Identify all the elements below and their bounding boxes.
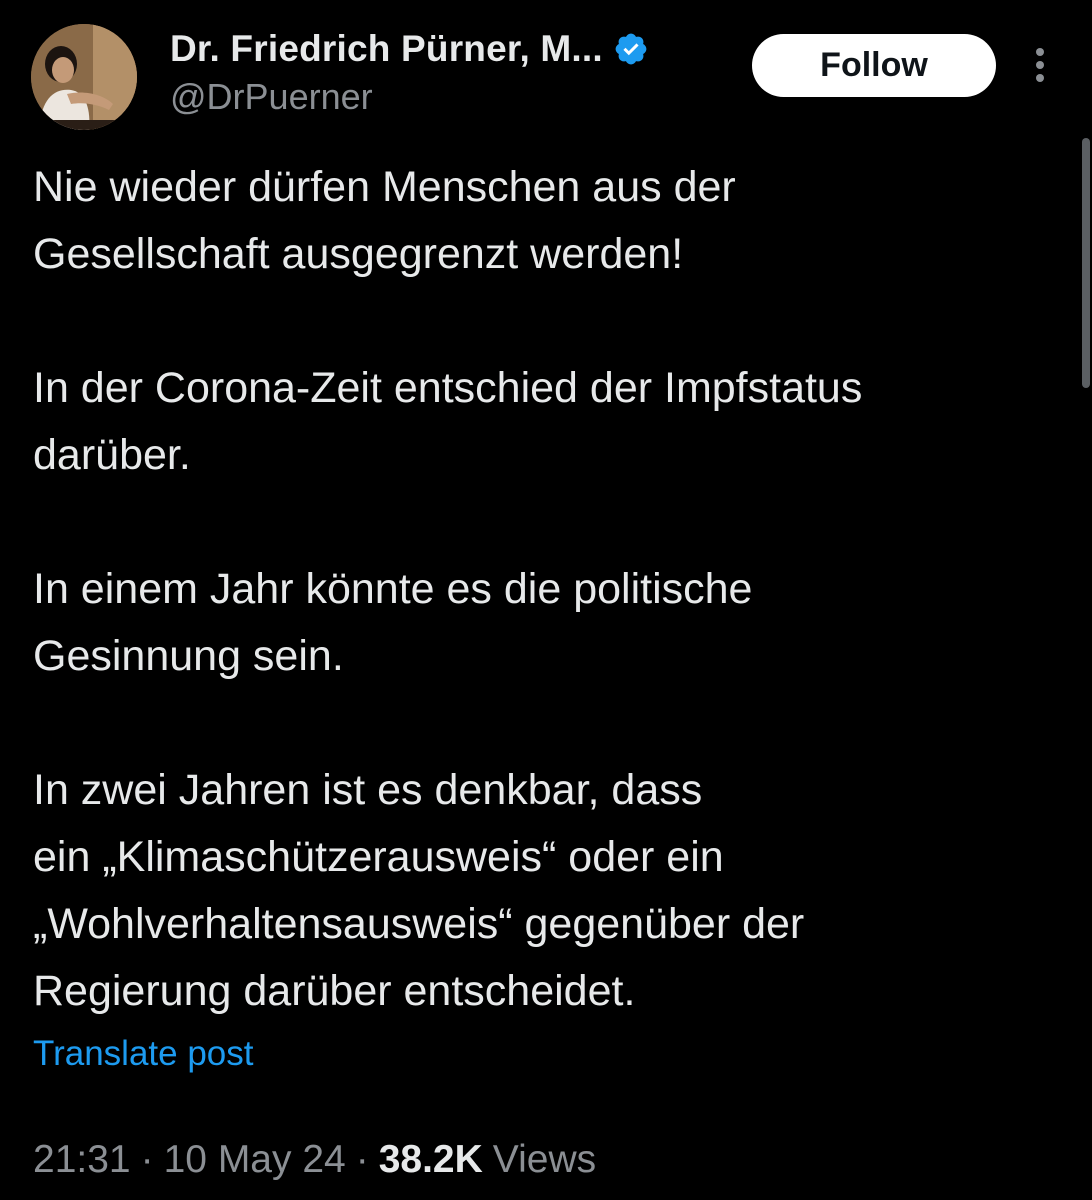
post-time[interactable]: 21:31 xyxy=(33,1138,131,1182)
avatar[interactable] xyxy=(31,24,137,130)
post-text: Nie wieder dürfen Menschen aus der Gesel… xyxy=(33,154,1073,1025)
views-count[interactable]: 38.2K xyxy=(379,1138,483,1182)
author-name-row: Dr. Friedrich Pürner, M... xyxy=(170,26,649,72)
scrollbar-thumb[interactable] xyxy=(1082,138,1090,388)
post-meta: 21:31 · 10 May 24 · 38.2K Views xyxy=(33,1138,596,1182)
views-label: Views xyxy=(492,1138,597,1181)
more-dot xyxy=(1036,61,1044,69)
avatar-photo xyxy=(31,24,137,130)
post-paragraph: In einem Jahr könnte es die politische G… xyxy=(33,565,753,680)
verified-badge-icon[interactable] xyxy=(613,31,649,67)
meta-separator: · xyxy=(140,1138,154,1181)
post-date[interactable]: 10 May 24 xyxy=(164,1138,346,1182)
post-paragraph: In der Corona-Zeit entschied der Impfsta… xyxy=(33,364,863,479)
meta-separator: · xyxy=(355,1138,369,1181)
follow-button[interactable]: Follow xyxy=(752,34,996,97)
author-display-name[interactable]: Dr. Friedrich Pürner, M... xyxy=(170,28,603,70)
author-handle[interactable]: @DrPuerner xyxy=(170,76,373,118)
post-paragraph: In zwei Jahren ist es denkbar, dass ein … xyxy=(33,766,805,1015)
more-dot xyxy=(1036,48,1044,56)
more-dot xyxy=(1036,74,1044,82)
more-vertical-icon[interactable] xyxy=(1024,42,1056,88)
post-paragraph: Nie wieder dürfen Menschen aus der Gesel… xyxy=(33,163,736,278)
translate-post-link[interactable]: Translate post xyxy=(33,1034,253,1074)
